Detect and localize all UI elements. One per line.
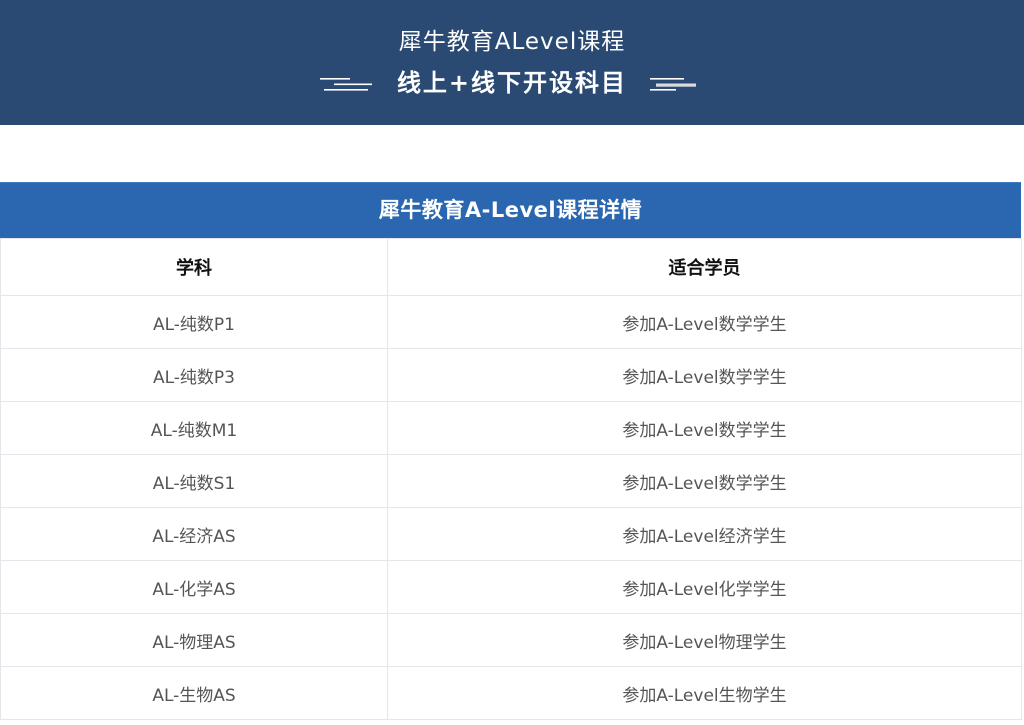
table-row: AL-经济AS 参加A-Level经济学生: [0, 507, 1022, 561]
students-cell: 参加A-Level数学学生: [387, 348, 1022, 402]
students-cell: 参加A-Level经济学生: [387, 507, 1022, 561]
students-cell: 参加A-Level生物学生: [387, 666, 1022, 720]
course-table: 犀牛教育A-Level课程详情 学科 适合学员 AL-纯数P1 参加A-Leve…: [0, 182, 1022, 720]
students-cell: 参加A-Level数学学生: [387, 454, 1022, 508]
subject-cell: AL-纯数M1: [0, 401, 388, 455]
banner-subtitle: 线上+线下开设科目: [396, 69, 628, 97]
table-row: AL-纯数M1 参加A-Level数学学生: [0, 401, 1022, 455]
subject-cell: AL-物理AS: [0, 613, 388, 667]
speed-lines-right-icon: [650, 78, 696, 91]
subject-cell: AL-纯数P1: [0, 295, 388, 349]
column-header-students: 适合学员: [387, 238, 1022, 296]
subject-cell: AL-纯数S1: [0, 454, 388, 508]
top-banner: 犀牛教育ALevel课程 线上+线下开设科目: [0, 0, 1024, 125]
table-row: AL-纯数P3 参加A-Level数学学生: [0, 348, 1022, 402]
subject-cell: AL-纯数P3: [0, 348, 388, 402]
table-title: 犀牛教育A-Level课程详情: [0, 182, 1021, 238]
column-header-row: 学科 适合学员: [0, 238, 1022, 296]
column-header-subject: 学科: [0, 238, 388, 296]
table-row: AL-化学AS 参加A-Level化学学生: [0, 560, 1022, 614]
subject-cell: AL-经济AS: [0, 507, 388, 561]
table-row: AL-生物AS 参加A-Level生物学生: [0, 666, 1022, 720]
table-row: AL-纯数S1 参加A-Level数学学生: [0, 454, 1022, 508]
students-cell: 参加A-Level化学学生: [387, 560, 1022, 614]
banner-title: 犀牛教育ALevel课程: [398, 29, 626, 55]
students-cell: 参加A-Level数学学生: [387, 295, 1022, 349]
subject-cell: AL-生物AS: [0, 666, 388, 720]
table-row: AL-物理AS 参加A-Level物理学生: [0, 613, 1022, 667]
students-cell: 参加A-Level物理学生: [387, 613, 1022, 667]
table-row: AL-纯数P1 参加A-Level数学学生: [0, 295, 1022, 349]
subject-cell: AL-化学AS: [0, 560, 388, 614]
course-grid: 学科 适合学员 AL-纯数P1 参加A-Level数学学生 AL-纯数P3 参加…: [0, 238, 1022, 720]
students-cell: 参加A-Level数学学生: [387, 401, 1022, 455]
